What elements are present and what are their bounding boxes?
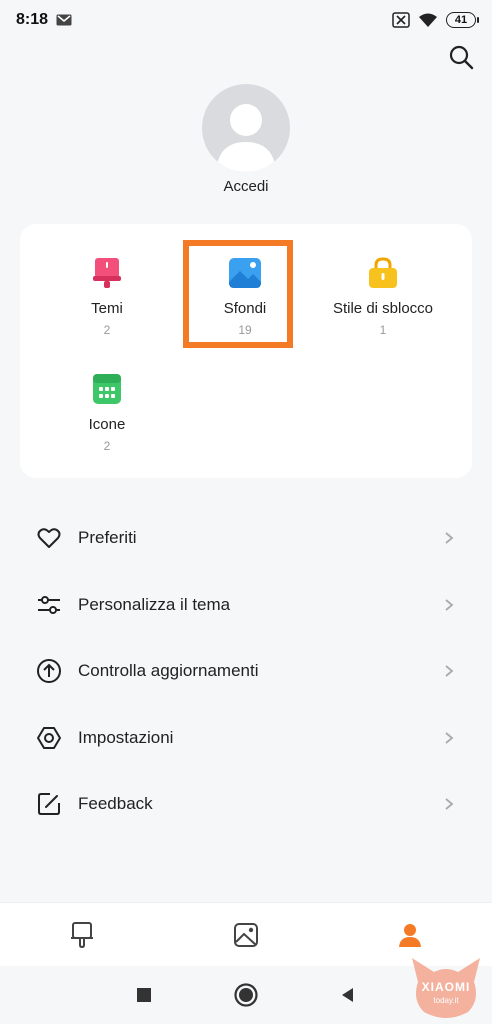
sim-disabled-icon <box>392 12 410 28</box>
menu-item-settings[interactable]: Impostazioni <box>0 705 492 772</box>
menu-item-customize-theme[interactable]: Personalizza il tema <box>0 572 492 639</box>
avatar[interactable] <box>202 84 290 172</box>
category-icons[interactable]: Icone 2 <box>32 372 182 453</box>
icon-grid-icon <box>93 374 121 404</box>
user-placeholder-icon <box>216 104 276 172</box>
login-label[interactable]: Accedi <box>0 178 492 195</box>
xiaomitoday-watermark: XIAOMI today.it <box>404 952 488 1022</box>
battery-level: 41 <box>454 14 468 26</box>
lock-style-icon <box>369 257 397 288</box>
chevron-right-icon <box>445 798 454 810</box>
back-button-icon[interactable] <box>339 986 357 1004</box>
category-lock-style[interactable]: Stile di sblocco 1 <box>308 256 458 337</box>
tab-wallpapers[interactable] <box>226 915 266 955</box>
status-bar: 8:18 41 <box>0 0 492 40</box>
sliders-icon <box>38 595 60 614</box>
category-count: 1 <box>379 323 387 337</box>
settings-icon <box>37 726 61 749</box>
heart-icon <box>37 528 61 549</box>
chevron-right-icon <box>445 532 454 544</box>
battery-indicator: 41 <box>446 12 479 28</box>
recents-button-icon[interactable] <box>135 986 153 1004</box>
wifi-icon <box>419 13 437 27</box>
menu-item-feedback[interactable]: Feedback <box>0 771 492 838</box>
menu-label: Personalizza il tema <box>78 594 231 614</box>
watermark-brand: XIAOMI <box>421 980 471 994</box>
menu-list: Preferiti Personalizza il tema Controlla… <box>0 505 492 838</box>
menu-label: Preferiti <box>78 528 137 548</box>
menu-item-check-updates[interactable]: Controlla aggiornamenti <box>0 638 492 705</box>
wallpapers-tab-icon <box>234 922 258 947</box>
category-themes[interactable]: Temi 2 <box>32 256 182 337</box>
watermark-site: today.it <box>433 996 459 1005</box>
edit-icon <box>38 793 60 816</box>
chevron-right-icon <box>445 732 454 744</box>
gmail-notification-icon <box>56 14 72 26</box>
search-icon[interactable] <box>446 42 476 72</box>
tab-profile[interactable] <box>390 915 430 955</box>
home-button-icon[interactable] <box>233 982 259 1008</box>
chevron-right-icon <box>445 599 454 611</box>
category-count: 2 <box>103 323 111 337</box>
category-label: Icone <box>88 416 126 433</box>
highlight-box <box>183 240 293 348</box>
themes-tab-icon <box>71 921 93 948</box>
chevron-right-icon <box>445 665 454 677</box>
category-count: 2 <box>103 439 111 453</box>
theme-brush-icon <box>93 258 121 288</box>
tab-themes[interactable] <box>62 915 102 955</box>
menu-label: Controlla aggiornamenti <box>78 661 259 681</box>
category-label: Stile di sblocco <box>332 300 434 317</box>
profile-tab-icon <box>399 923 421 947</box>
menu-label: Feedback <box>78 794 153 814</box>
arrow-up-circle-icon <box>37 659 61 684</box>
menu-item-favorites[interactable]: Preferiti <box>0 505 492 572</box>
menu-label: Impostazioni <box>78 727 174 747</box>
category-label: Temi <box>91 300 123 317</box>
status-time: 8:18 <box>16 11 49 28</box>
